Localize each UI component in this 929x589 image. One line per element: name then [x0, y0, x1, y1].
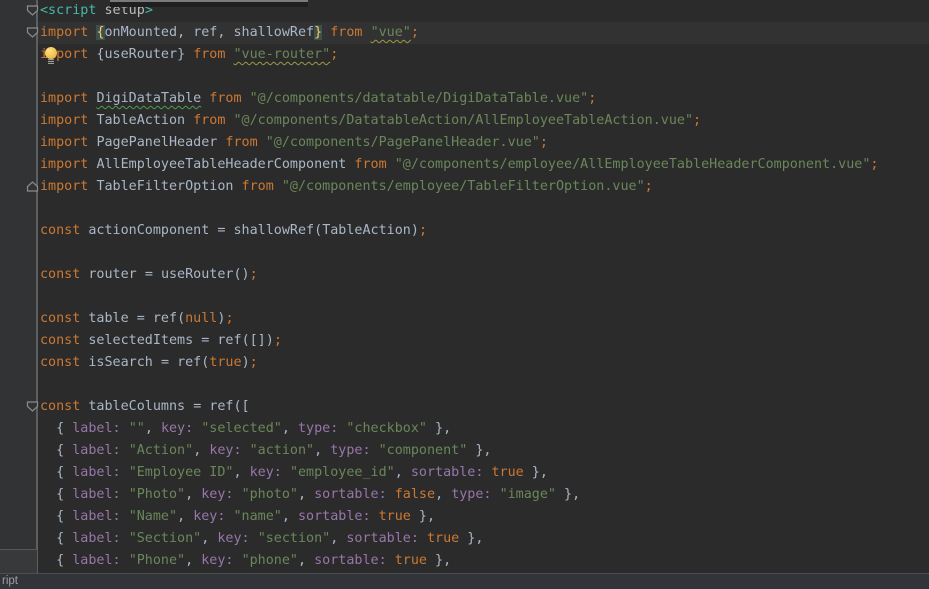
fold-region-line — [36, 0, 38, 573]
code-line[interactable]: { label: "Section", key: "section", sort… — [40, 528, 878, 550]
code-line[interactable]: import TableAction from "@/components/Da… — [40, 110, 878, 132]
fold-region-start-icon[interactable] — [26, 26, 39, 39]
code-line[interactable] — [40, 66, 878, 88]
code-line[interactable] — [40, 242, 878, 264]
code-line[interactable]: { label: "", key: "selected", type: "che… — [40, 418, 878, 440]
breadcrumbs-bar: ript — [0, 573, 929, 589]
code-line[interactable] — [40, 374, 878, 396]
code-line[interactable]: { label: "Photo", key: "photo", sortable… — [40, 484, 878, 506]
code-line[interactable]: import {onMounted, ref, shallowRef} from… — [40, 22, 878, 44]
fold-region-start-icon[interactable] — [26, 4, 39, 17]
code-line[interactable]: const actionComponent = shallowRef(Table… — [40, 220, 878, 242]
code-line[interactable] — [40, 286, 878, 308]
bulb-globe — [45, 47, 57, 59]
code-line[interactable]: { label: "Name", key: "name", sortable: … — [40, 506, 878, 528]
code-line[interactable]: import {useRouter} from "vue-router"; — [40, 44, 878, 66]
fold-region-start-icon[interactable] — [26, 400, 39, 413]
code-editor-window: <script setup>import {onMounted, ref, sh… — [0, 0, 929, 589]
code-line[interactable]: const selectedItems = ref([]); — [40, 330, 878, 352]
code-line[interactable] — [40, 198, 878, 220]
code-line[interactable]: const router = useRouter(); — [40, 264, 878, 286]
code-area[interactable]: <script setup>import {onMounted, ref, sh… — [40, 0, 878, 572]
editor-gutter[interactable] — [0, 0, 38, 573]
horizontal-scrollbar-remnant[interactable] — [110, 0, 308, 7]
code-line[interactable]: const tableColumns = ref([ — [40, 396, 878, 418]
code-line[interactable]: { label: "Action", key: "action", type: … — [40, 440, 878, 462]
code-line[interactable]: import TableFilterOption from "@/compone… — [40, 176, 878, 198]
fold-region-end-icon[interactable] — [26, 180, 39, 193]
code-line[interactable]: { label: "Phone", key: "phone", sortable… — [40, 550, 878, 572]
code-line[interactable]: const isSearch = ref(true); — [40, 352, 878, 374]
code-line[interactable]: { label: "Employee ID", key: "employee_i… — [40, 462, 878, 484]
intention-bulb-icon[interactable] — [45, 47, 58, 65]
code-line[interactable]: const table = ref(null); — [40, 308, 878, 330]
breadcrumb-item[interactable]: ript — [0, 574, 18, 589]
code-line[interactable]: import AllEmployeeTableHeaderComponent f… — [40, 154, 878, 176]
gutter-bottom-patch — [0, 549, 37, 574]
code-line[interactable]: import PagePanelHeader from "@/component… — [40, 132, 878, 154]
bulb-base — [48, 59, 54, 64]
code-line[interactable]: import DigiDataTable from "@/components/… — [40, 88, 878, 110]
